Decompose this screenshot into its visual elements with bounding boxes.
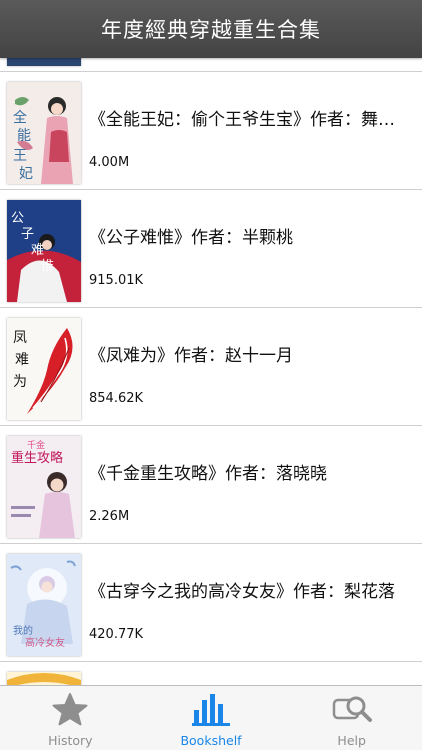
book-size: 4.00M — [89, 155, 130, 170]
book-cover — [7, 58, 81, 66]
book-title: 《全能王妃：偷个王爷生宝》作者：舞月无痕 — [89, 110, 407, 130]
tab-history[interactable]: History — [0, 686, 141, 750]
book-title: 《古穿今之我的高冷女友》作者：梨花落 — [89, 582, 395, 602]
bar-chart-icon — [192, 694, 230, 726]
book-title: 《公子难惟》作者：半颗桃 — [89, 228, 293, 248]
tab-help[interactable]: Help — [281, 686, 422, 750]
tab-label: Help — [337, 733, 366, 748]
svg-text:全: 全 — [13, 109, 27, 126]
book-size: 420.77K — [89, 627, 144, 642]
svg-text:王: 王 — [13, 148, 27, 164]
book-size: 854.62K — [89, 391, 144, 406]
book-cover: 全 能 王 妃 — [7, 82, 81, 184]
book-cover — [7, 672, 81, 685]
svg-text:为: 为 — [13, 374, 27, 390]
page-title: 年度經典穿越重生合集 — [101, 18, 321, 42]
book-title: 《凤难为》作者：赵十一月 — [89, 346, 293, 366]
svg-text:妃: 妃 — [19, 166, 33, 182]
svg-text:难: 难 — [31, 243, 44, 258]
svg-text:子: 子 — [21, 227, 34, 242]
svg-text:我的: 我的 — [13, 624, 33, 637]
list-item[interactable] — [0, 662, 422, 685]
book-cover: 重生攻略 千金 — [7, 436, 81, 538]
list-item[interactable]: 我的 高冷女友 《古穿今之我的高冷女友》作者：梨花落 420.77K — [0, 544, 422, 662]
star-icon — [52, 693, 88, 726]
book-title: 《千金重生攻略》作者：落晓晓 — [89, 464, 327, 484]
tab-bookshelf[interactable]: Bookshelf — [141, 686, 282, 750]
svg-text:凤: 凤 — [13, 330, 27, 346]
list-item[interactable] — [0, 58, 422, 72]
list-item[interactable]: 全 能 王 妃 《全能王妃：偷个王爷生宝》作者：舞月无痕 4.00M — [0, 72, 422, 190]
book-size: 915.01K — [89, 273, 144, 288]
svg-text:重生攻略: 重生攻略 — [11, 450, 63, 466]
tab-label: Bookshelf — [180, 733, 242, 748]
tab-bar: History Bookshelf Help — [0, 685, 422, 750]
book-size: 2.26M — [89, 509, 130, 524]
book-list[interactable]: 全 能 王 妃 《全能王妃：偷个王爷生宝》作者：舞月无痕 4.00M 公 子 难… — [0, 58, 422, 685]
list-item[interactable]: 公 子 难 惟 《公子难惟》作者：半颗桃 915.01K — [0, 190, 422, 308]
svg-text:能: 能 — [17, 128, 31, 144]
svg-text:惟: 惟 — [41, 259, 54, 274]
svg-text:千金: 千金 — [27, 439, 45, 451]
book-cover: 我的 高冷女友 — [7, 554, 81, 656]
magnifier-icon — [332, 696, 372, 722]
svg-text:高冷女友: 高冷女友 — [25, 636, 65, 649]
list-item[interactable]: 凤 难 为 《凤难为》作者：赵十一月 854.62K — [0, 308, 422, 426]
tab-label: History — [48, 733, 93, 748]
list-item[interactable]: 重生攻略 千金 《千金重生攻略》作者：落晓晓 2.26M — [0, 426, 422, 544]
svg-text:公: 公 — [11, 211, 24, 226]
book-cover: 公 子 难 惟 — [7, 200, 81, 302]
svg-text:难: 难 — [15, 352, 29, 368]
book-cover: 凤 难 为 — [7, 318, 81, 420]
navigation-bar: 年度經典穿越重生合集 — [0, 0, 422, 58]
